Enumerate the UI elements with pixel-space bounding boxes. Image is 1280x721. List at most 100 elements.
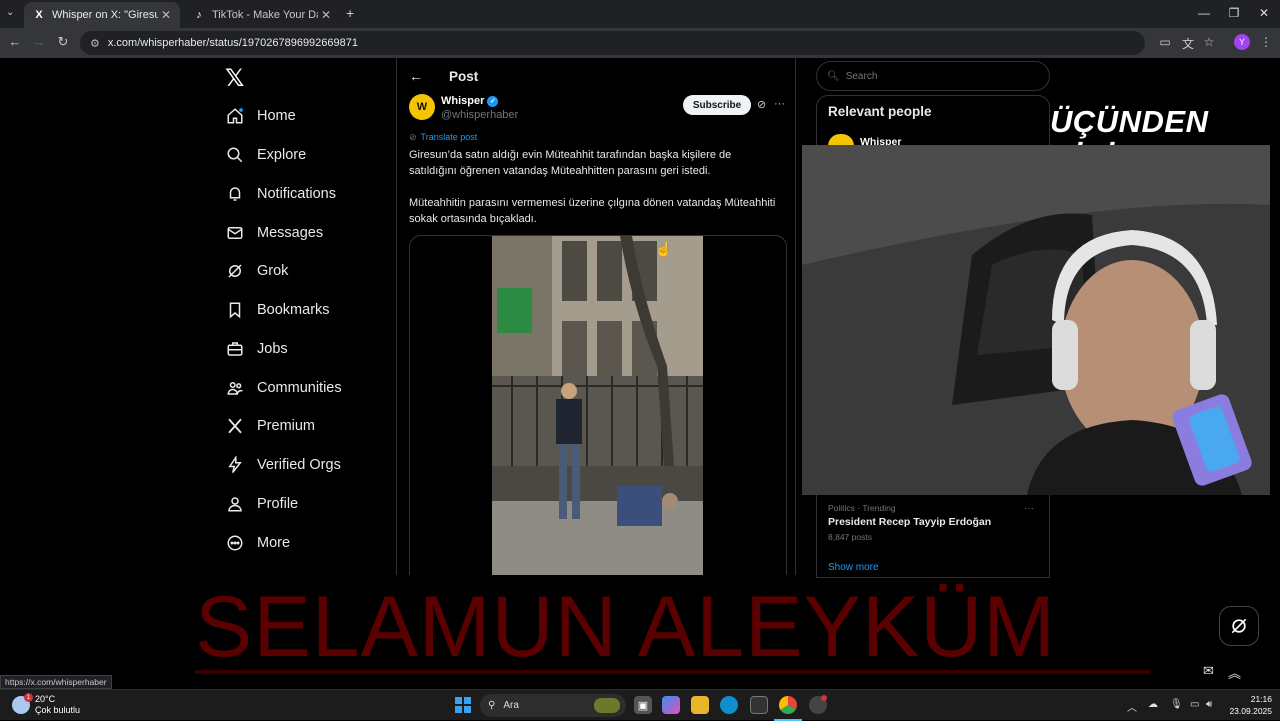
translate-post-link[interactable]: ⊘ Translate post [409,132,477,143]
bookmark-icon [226,301,244,319]
author-name[interactable]: Whisper ✓ [441,95,499,107]
more-dots-icon[interactable]: ··· [1024,503,1034,514]
overlay-underline [195,670,1150,674]
nav-label: Communities [257,380,342,396]
grok-icon[interactable]: ⊘ [757,98,766,111]
close-icon[interactable]: ✕ [158,8,174,22]
cast-icon[interactable]: ▭ [1157,35,1173,49]
author-handle[interactable]: @whisperhaber [441,109,518,121]
verified-badge-icon: ✓ [487,95,499,107]
file-explorer-icon[interactable] [691,696,709,714]
weather-widget[interactable]: 1 20°C Çok bulutlu [12,693,80,716]
people-icon [226,379,244,397]
grok-floating-button[interactable] [1219,606,1259,646]
network-icon[interactable]: ▭ [1190,699,1199,710]
clock-time: 21:16 [1250,694,1272,704]
chevron-up-icon[interactable]: ︽ [1228,663,1241,682]
nav-label: Messages [257,225,324,241]
trending-card[interactable]: Politics · Trending President Recep Tayy… [816,495,1050,578]
volume-icon[interactable]: 🔊︎ [1206,699,1212,710]
minimize-icon[interactable]: — [1194,6,1214,20]
search-icon: 🔍︎ [827,70,840,82]
taskbar-search[interactable]: ⚲ Ara [480,694,626,717]
messages-drawer-icon[interactable]: ✉ [1203,663,1214,679]
store-icon[interactable] [750,696,768,714]
page-title: Post [449,68,479,84]
nav-premium[interactable]: Premium [226,412,315,440]
nav-grok[interactable]: Grok [226,257,288,285]
nav-label: Premium [257,418,316,434]
onedrive-cloud-icon[interactable]: ☁ [1148,699,1158,710]
chrome-browser-icon[interactable] [779,696,797,714]
tab-search-chevron-icon[interactable]: ⌄ [6,7,14,18]
webcam-overlay [802,145,1270,495]
profile-avatar[interactable]: Y [1234,34,1250,50]
reload-icon[interactable]: ↻ [54,34,72,50]
url-bar[interactable]: ⚙ x.com/whisperhaber/status/197026789699… [80,31,1145,55]
video-player[interactable] [492,236,703,575]
tab-whisper[interactable]: X Whisper on X: "Giresun'da satın ✕ [24,2,180,28]
back-arrow-icon[interactable]: ← [6,34,24,49]
home-icon [226,107,244,125]
relevant-people-card: Relevant people Whisper [816,95,1050,148]
avatar[interactable]: W [409,94,435,120]
trend-title[interactable]: President Recep Tayyip Erdoğan [828,516,991,528]
more-dots-icon[interactable]: ··· [774,98,785,110]
close-icon[interactable]: ✕ [318,8,334,22]
edge-browser-icon[interactable] [720,696,738,714]
taskbar-search-label: Ara [503,700,519,711]
tiktok-favicon-icon: ♪ [196,9,202,21]
chevron-up-icon[interactable]: ︿ [1127,699,1137,714]
search-highlight-icon [594,698,620,713]
stream-overlay-greeting: SELAMUN ALEYKÜM [195,579,1056,675]
search-input[interactable]: 🔍︎ Search [816,61,1050,91]
nav-verified-orgs[interactable]: Verified Orgs [226,451,341,479]
person-icon [226,495,244,513]
nav-more[interactable]: More [226,529,290,557]
nav-profile[interactable]: Profile [226,490,298,518]
post-header: ← Post [409,68,478,84]
nav-explore[interactable]: Explore [226,141,306,169]
tab-title: Whisper on X: "Giresun'da satın [52,9,158,21]
temperature: 20°C [35,694,56,704]
site-settings-icon[interactable]: ⚙ [90,37,100,50]
browser-toolbar: ← → ↻ ⚙ x.com/whisperhaber/status/197026… [0,28,1280,58]
author-name-text: Whisper [441,95,485,107]
grok-icon [1231,618,1247,634]
subscribe-button[interactable]: Subscribe [683,95,751,115]
show-more-link[interactable]: Show more [828,562,879,573]
bell-icon [226,185,244,203]
nav-label: Notifications [257,186,336,202]
nav-home[interactable]: Home [226,102,296,130]
nav-bookmarks[interactable]: Bookmarks [226,296,330,324]
copilot-icon[interactable] [662,696,680,714]
trend-meta: Politics · Trending [828,503,896,513]
forward-arrow-icon[interactable]: → [30,34,48,49]
x-premium-icon [226,417,244,435]
windows-start-icon[interactable] [455,697,471,713]
tab-tiktok[interactable]: ♪ TikTok - Make Your Day ✕ [184,2,340,28]
post-text-paragraph-1: Giresun’da satın aldığı evin Müteahhit t… [409,149,732,177]
menu-dots-icon[interactable]: ⋮ [1258,35,1274,49]
new-tab-button[interactable]: + [346,5,354,21]
nav-notifications[interactable]: Notifications [226,180,336,208]
nav-communities[interactable]: Communities [226,374,342,402]
more-circle-icon [226,534,244,552]
nav-label: Bookmarks [257,302,330,318]
relevant-people-title: Relevant people [828,104,932,119]
search-placeholder: Search [845,70,878,82]
nav-jobs[interactable]: Jobs [226,335,288,363]
star-icon[interactable]: ☆ [1201,35,1217,49]
x-logo-icon[interactable]: 𝕏 [225,64,244,92]
translate-icon[interactable]: 文 [1180,35,1196,52]
post-media[interactable] [409,235,787,575]
system-clock[interactable]: 21:16 23.09.2025 [1226,693,1272,717]
window-close-icon[interactable]: ✕ [1254,6,1274,20]
back-arrow-icon[interactable]: ← [409,68,423,84]
lightning-icon [226,456,244,474]
restore-icon[interactable]: ❐ [1224,6,1244,20]
nav-messages[interactable]: Messages [226,219,323,247]
post-column: ← Post W Whisper ✓ @whisperhaber Subscri… [396,58,796,575]
task-view-icon[interactable]: ▣ [634,696,652,714]
microphone-icon[interactable]: 🎙︎ [1170,699,1183,710]
